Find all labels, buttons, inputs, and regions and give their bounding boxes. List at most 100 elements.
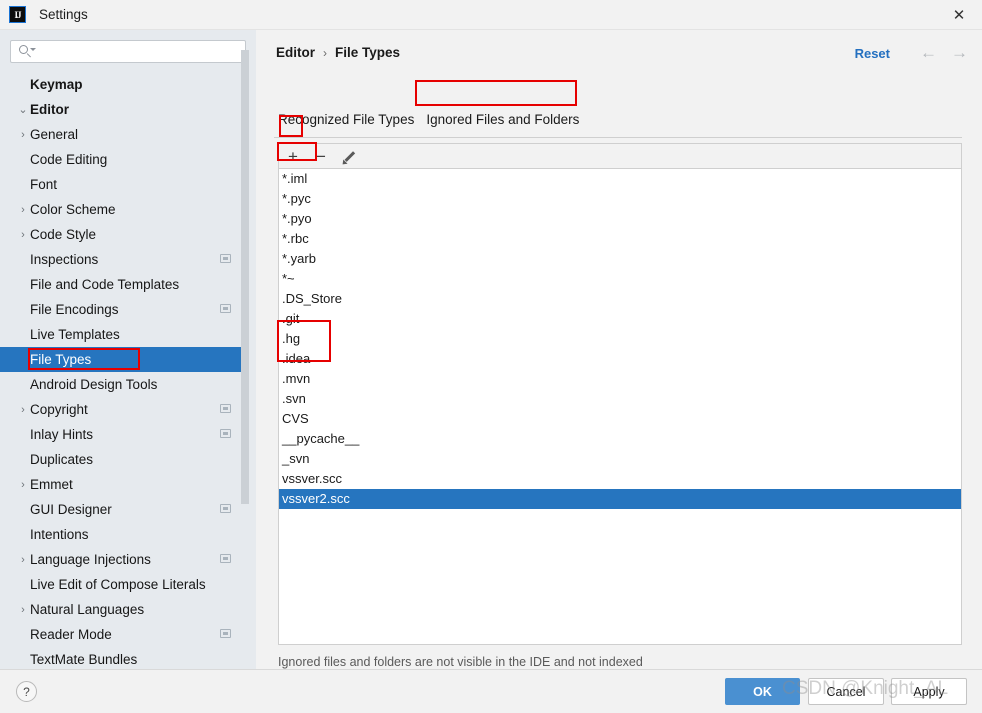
- sidebar-item-live-edit-of-compose-literals[interactable]: Live Edit of Compose Literals: [0, 572, 248, 597]
- search-container: [0, 30, 256, 63]
- list-item[interactable]: *.pyo: [279, 209, 961, 229]
- chevron-right-icon[interactable]: ›: [16, 204, 30, 216]
- list-item[interactable]: CVS: [279, 409, 961, 429]
- ok-button[interactable]: OK: [725, 678, 800, 705]
- sidebar-item-file-types[interactable]: File Types: [0, 347, 248, 372]
- chevron-right-icon[interactable]: ›: [16, 129, 30, 141]
- sidebar-item-label: General: [30, 127, 79, 142]
- list-item[interactable]: .git: [279, 309, 961, 329]
- list-item[interactable]: .mvn: [279, 369, 961, 389]
- minus-icon: −: [316, 146, 326, 166]
- project-scope-icon: [220, 504, 231, 513]
- project-scope-icon: [220, 304, 231, 313]
- tab-ignored-files-and-folders[interactable]: Ignored Files and Folders: [422, 108, 588, 133]
- sidebar-item-emmet[interactable]: › Emmet: [0, 472, 248, 497]
- settings-main-panel: Editor › File Types Reset ← → Recognized…: [256, 30, 982, 669]
- reset-link[interactable]: Reset: [855, 46, 890, 61]
- sidebar-item-label: GUI Designer: [30, 502, 112, 517]
- sidebar-item-code-editing[interactable]: Code Editing: [0, 147, 248, 172]
- project-scope-icon: [220, 629, 231, 638]
- sidebar-item-label: File and Code Templates: [30, 277, 180, 292]
- chevron-right-icon[interactable]: ›: [16, 604, 30, 616]
- list-item[interactable]: *.iml: [279, 169, 961, 189]
- sidebar-item-editor[interactable]: ⌄ Editor: [0, 97, 248, 122]
- sidebar-item-intentions[interactable]: Intentions: [0, 522, 248, 547]
- ignored-files-list[interactable]: *.iml *.pyc *.pyo *.rbc *.yarb *~ .DS_Store .gi…: [278, 168, 962, 645]
- breadcrumb-root[interactable]: Editor: [276, 45, 315, 60]
- project-scope-icon: [220, 254, 231, 263]
- sidebar-item-label: Code Editing: [30, 152, 108, 167]
- sidebar-item-label: Font: [30, 177, 58, 192]
- list-item[interactable]: vssver2.scc: [279, 489, 961, 509]
- chevron-right-icon[interactable]: ›: [16, 404, 30, 416]
- sidebar-item-duplicates[interactable]: Duplicates: [0, 447, 248, 472]
- list-item[interactable]: *~: [279, 269, 961, 289]
- sidebar-item-label: Reader Mode: [30, 627, 112, 642]
- search-input[interactable]: [42, 41, 237, 62]
- list-item[interactable]: *.yarb: [279, 249, 961, 269]
- list-toolbar: + −: [278, 143, 962, 168]
- sidebar-item-label: Live Edit of Compose Literals: [30, 577, 206, 592]
- sidebar-item-keymap[interactable]: Keymap: [0, 72, 248, 97]
- sidebar-scrollbar[interactable]: [241, 42, 249, 627]
- sidebar-item-font[interactable]: Font: [0, 172, 248, 197]
- chevron-right-icon[interactable]: ›: [16, 554, 30, 566]
- back-arrow-icon[interactable]: ←: [920, 43, 937, 63]
- sidebar-item-code-style[interactable]: › Code Style: [0, 222, 248, 247]
- tab-bar: Recognized File Types Ignored Files and F…: [274, 108, 588, 133]
- list-item[interactable]: vssver.scc: [279, 469, 961, 489]
- sidebar-item-color-scheme[interactable]: › Color Scheme: [0, 197, 248, 222]
- chevron-down-icon[interactable]: ⌄: [16, 103, 30, 116]
- list-item[interactable]: .idea: [279, 349, 961, 369]
- sidebar-item-label: Inlay Hints: [30, 427, 94, 442]
- add-button[interactable]: +: [279, 144, 307, 168]
- sidebar-item-gui-designer[interactable]: GUI Designer: [0, 497, 248, 522]
- sidebar-item-label: Code Style: [30, 227, 97, 242]
- sidebar-item-file-encodings[interactable]: File Encodings: [0, 297, 248, 322]
- edit-button[interactable]: [335, 144, 363, 168]
- sidebar-item-label: Inspections: [30, 252, 99, 267]
- sidebar-item-label: File Types: [30, 352, 92, 367]
- list-item[interactable]: __pycache__: [279, 429, 961, 449]
- list-hint-text: Ignored files and folders are not visibl…: [278, 655, 643, 669]
- list-item[interactable]: .DS_Store: [279, 289, 961, 309]
- breadcrumb: Editor › File Types: [276, 45, 400, 60]
- sidebar-item-android-design-tools[interactable]: Android Design Tools: [0, 372, 248, 397]
- sidebar-item-reader-mode[interactable]: Reader Mode: [0, 622, 248, 647]
- close-icon[interactable]: ✕: [936, 0, 982, 30]
- search-icon: [19, 45, 36, 58]
- list-item[interactable]: .hg: [279, 329, 961, 349]
- sidebar-item-label: Natural Languages: [30, 602, 145, 617]
- plus-icon: +: [288, 146, 298, 166]
- sidebar-item-general[interactable]: › General: [0, 122, 248, 147]
- breadcrumb-separator-icon: ›: [323, 45, 327, 60]
- sidebar-item-copyright[interactable]: › Copyright: [0, 397, 248, 422]
- sidebar-scrollbar-thumb[interactable]: [241, 50, 249, 504]
- apply-button[interactable]: Apply: [891, 678, 967, 705]
- list-item[interactable]: .svn: [279, 389, 961, 409]
- sidebar-item-textmate-bundles[interactable]: TextMate Bundles: [0, 647, 248, 669]
- project-scope-icon: [220, 404, 231, 413]
- settings-tree[interactable]: Keymap ⌄ Editor › General Code Editing Font › Co…: [0, 72, 248, 669]
- sidebar-item-live-templates[interactable]: Live Templates: [0, 322, 248, 347]
- chevron-right-icon[interactable]: ›: [16, 229, 30, 241]
- sidebar-item-language-injections[interactable]: › Language Injections: [0, 547, 248, 572]
- search-box[interactable]: [10, 40, 246, 63]
- sidebar-item-inspections[interactable]: Inspections: [0, 247, 248, 272]
- cancel-button[interactable]: Cancel: [808, 678, 884, 705]
- sidebar-item-file-and-code-templates[interactable]: File and Code Templates: [0, 272, 248, 297]
- forward-arrow-icon[interactable]: →: [951, 43, 968, 63]
- list-item[interactable]: *.pyc: [279, 189, 961, 209]
- sidebar-item-natural-languages[interactable]: › Natural Languages: [0, 597, 248, 622]
- help-button[interactable]: ?: [16, 681, 37, 702]
- dialog-footer: ? OK Cancel Apply: [0, 669, 982, 713]
- sidebar-item-label: Keymap: [30, 77, 83, 92]
- sidebar-item-label: Live Templates: [30, 327, 120, 342]
- list-item[interactable]: _svn: [279, 449, 961, 469]
- remove-button[interactable]: −: [307, 144, 335, 168]
- list-item[interactable]: *.rbc: [279, 229, 961, 249]
- chevron-right-icon[interactable]: ›: [16, 479, 30, 491]
- tab-recognized-file-types[interactable]: Recognized File Types: [274, 108, 422, 133]
- window-title: Settings: [39, 7, 88, 22]
- sidebar-item-inlay-hints[interactable]: Inlay Hints: [0, 422, 248, 447]
